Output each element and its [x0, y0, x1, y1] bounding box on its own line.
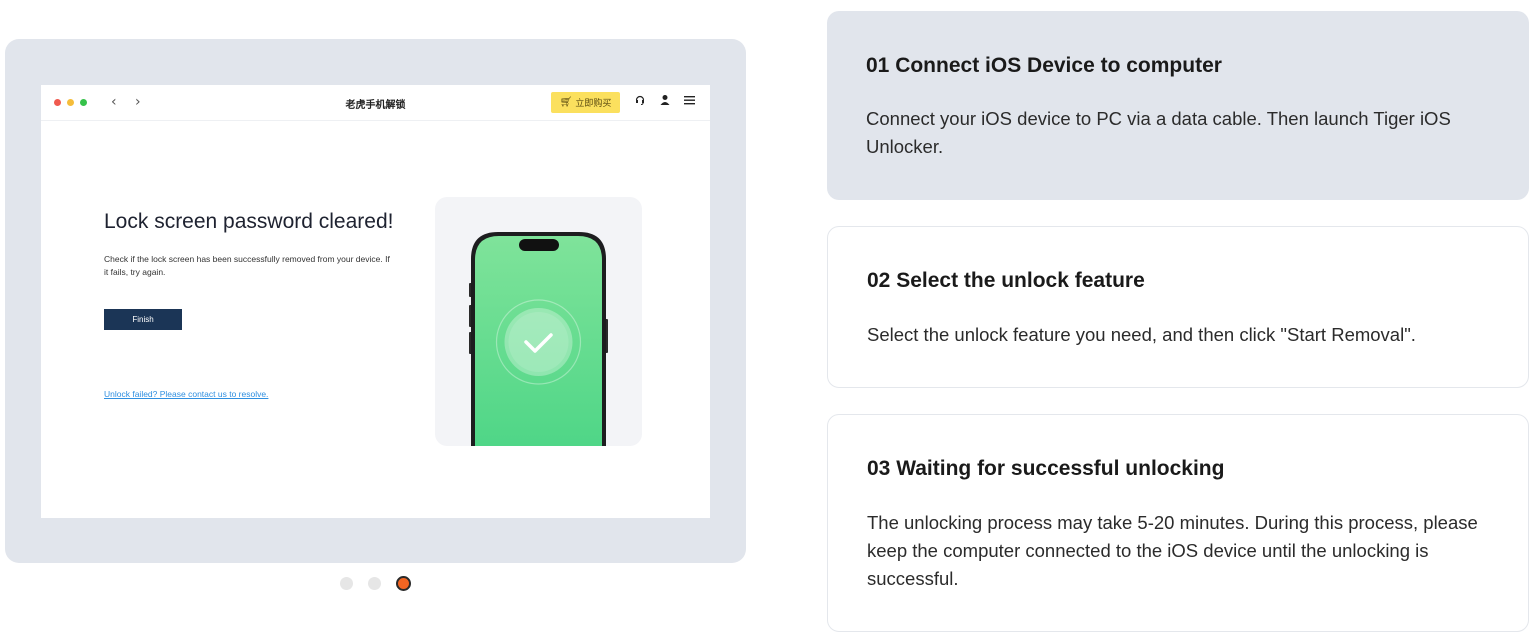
step-title: 02 Select the unlock feature: [867, 269, 1145, 292]
step-description: Select the unlock feature you need, and …: [867, 324, 1416, 345]
finish-button[interactable]: Finish: [104, 309, 182, 330]
carousel-dot-1[interactable]: [340, 577, 353, 590]
step-description: Connect your iOS device to PC via a data…: [866, 108, 1451, 157]
cart-icon: 🛒︎: [559, 97, 573, 108]
user-icon[interactable]: [660, 94, 670, 110]
carousel-dot-3-active[interactable]: [396, 576, 411, 591]
carousel-dot-2[interactable]: [368, 577, 381, 590]
step-title: 03 Waiting for successful unlocking: [867, 457, 1225, 480]
headset-icon[interactable]: [635, 94, 645, 110]
app-window: ‹ › 老虎手机解锁 🛒︎ 立即购买 Lock screen password …: [41, 85, 710, 518]
step-description: The unlocking process may take 5-20 minu…: [867, 512, 1478, 589]
step-card-2[interactable]: 02 Select the unlock feature Select the …: [827, 226, 1529, 388]
buy-now-label: 立即购买: [575, 98, 612, 108]
contact-support-link[interactable]: Unlock failed? Please contact us to reso…: [104, 389, 268, 399]
step-title: 01 Connect iOS Device to computer: [866, 54, 1222, 77]
menu-icon[interactable]: [684, 94, 695, 110]
step-card-3[interactable]: 03 Waiting for successful unlocking The …: [827, 414, 1529, 632]
window-titlebar: ‹ › 老虎手机解锁 🛒︎ 立即购买: [41, 85, 710, 121]
phone-success-graphic: [469, 232, 608, 446]
phone-illustration: [435, 197, 642, 446]
result-title: Lock screen password cleared!: [104, 210, 394, 233]
step-card-1[interactable]: 01 Connect iOS Device to computer Connec…: [827, 11, 1529, 200]
buy-now-button[interactable]: 🛒︎ 立即购买: [551, 92, 620, 113]
result-description: Check if the lock screen has been succes…: [104, 254, 390, 277]
